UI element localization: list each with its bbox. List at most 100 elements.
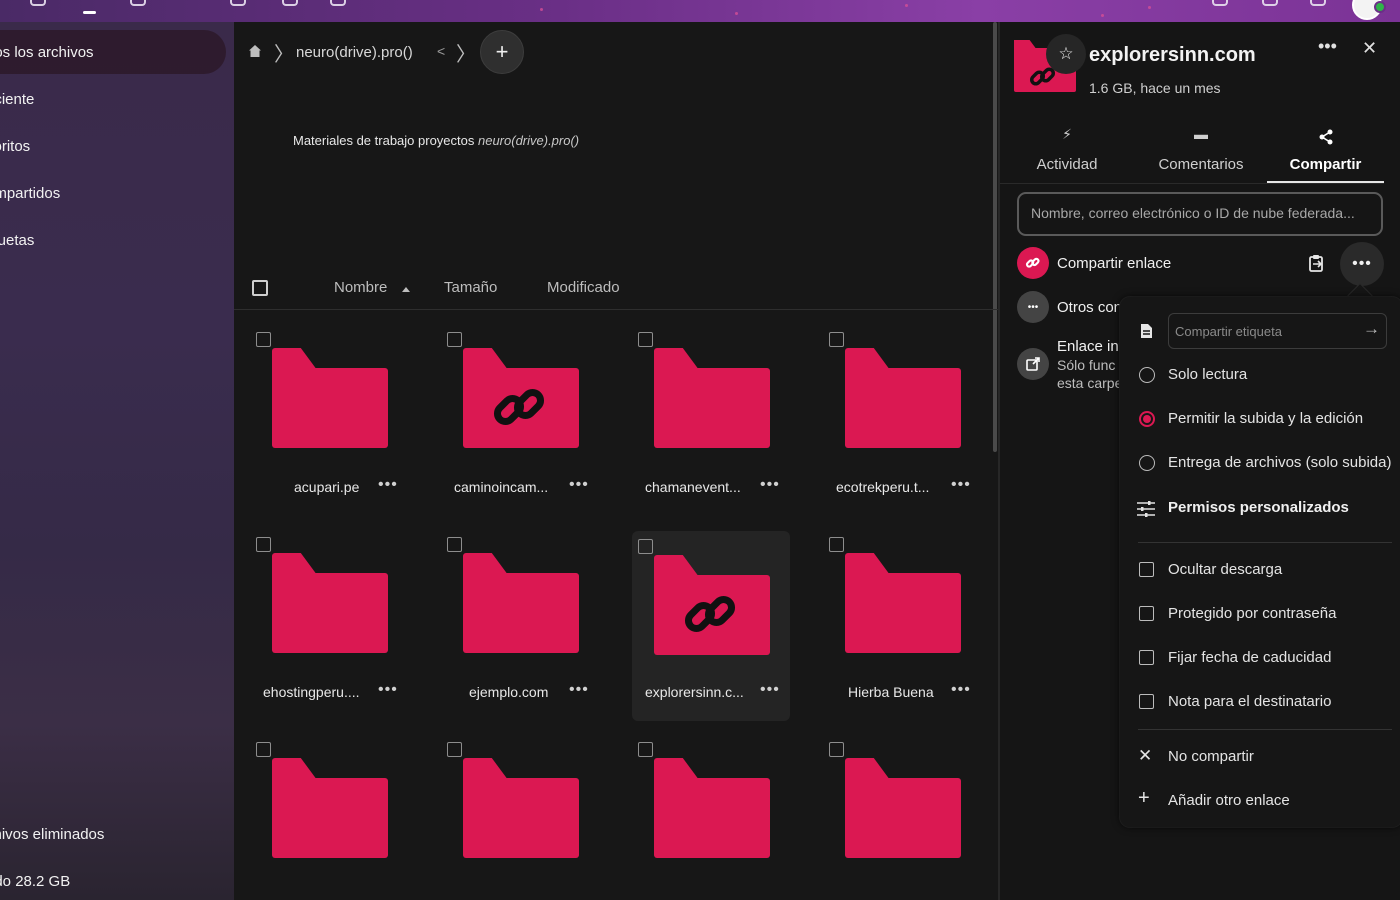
share-icon[interactable]: <	[437, 43, 445, 59]
notifications-icon[interactable]	[1262, 0, 1278, 6]
file-tile[interactable]: caminoincam... •••	[425, 324, 588, 514]
internal-link-label[interactable]: Enlace int	[1057, 338, 1123, 355]
option-file-drop[interactable]: Entrega de archivos (solo subida)	[1120, 441, 1400, 485]
file-tile[interactable]	[807, 734, 967, 900]
document-icon	[1141, 324, 1152, 338]
file-tile[interactable]	[234, 734, 394, 900]
share-icon	[1267, 126, 1384, 146]
file-name[interactable]: Hierba Buena	[848, 684, 934, 700]
nav-item-tags[interactable]: iquetas	[0, 218, 226, 262]
copy-clipboard-icon[interactable]	[1309, 254, 1325, 272]
option-label: Protegido por contraseña	[1168, 605, 1337, 622]
close-icon[interactable]: ✕	[1362, 38, 1377, 59]
link-options-button[interactable]: •••	[1340, 242, 1384, 286]
column-modified[interactable]: Modificado	[547, 279, 620, 296]
home-icon[interactable]	[248, 44, 262, 58]
files-icon[interactable]	[130, 0, 146, 6]
option-label: No compartir	[1168, 748, 1254, 765]
file-name[interactable]: caminoincam...	[454, 479, 548, 495]
file-checkbox[interactable]	[829, 742, 844, 757]
activity-icon[interactable]	[282, 0, 298, 6]
option-password[interactable]: Protegido por contraseña	[1120, 592, 1400, 636]
file-name[interactable]: ecotrekperu.t...	[836, 479, 929, 495]
dashboard-icon[interactable]	[30, 0, 46, 6]
checkbox[interactable]	[1139, 562, 1154, 577]
share-with-input[interactable]: Nombre, correo electrónico o ID de nube …	[1017, 192, 1383, 236]
file-actions-button[interactable]: •••	[760, 681, 780, 699]
file-tile[interactable]: ejemplo.com •••	[425, 529, 588, 719]
sidebar-title: explorersinn.com	[1089, 44, 1256, 66]
file-actions-button[interactable]: •••	[378, 476, 398, 494]
file-tile[interactable]	[425, 734, 585, 900]
file-name[interactable]: ejemplo.com	[469, 684, 548, 700]
file-tile[interactable]: Hierba Buena •••	[807, 529, 970, 719]
tab-sharing[interactable]: Compartir	[1267, 122, 1384, 183]
select-all-checkbox[interactable]	[252, 280, 268, 296]
checkbox[interactable]	[1139, 606, 1154, 621]
nav-label: ompartidos	[0, 184, 61, 202]
photos-icon[interactable]	[230, 0, 246, 6]
breadcrumb-folder[interactable]: neuro(drive).pro()	[296, 44, 413, 61]
file-actions-button[interactable]: •••	[569, 476, 589, 494]
nav-item-all-files[interactable]: dos los archivos	[0, 30, 226, 74]
file-checkbox[interactable]	[829, 537, 844, 552]
option-note[interactable]: Nota para el destinatario	[1120, 680, 1400, 724]
file-checkbox[interactable]	[447, 332, 462, 347]
tab-activity[interactable]: ⚡ Actividad	[1002, 122, 1132, 183]
file-actions-button[interactable]: •••	[569, 681, 589, 699]
file-tile[interactable]: ehostingperu.... •••	[234, 529, 397, 719]
option-upload-edit[interactable]: Permitir la subida y la edición	[1120, 397, 1400, 441]
favorite-star-icon[interactable]: ☆	[1046, 34, 1086, 74]
tab-comments[interactable]: ▬ Comentarios	[1136, 122, 1266, 183]
file-actions-button[interactable]: •••	[760, 476, 780, 494]
scrollbar[interactable]	[993, 22, 997, 452]
file-name[interactable]: chamanevent...	[645, 479, 741, 495]
sidebar-more-button[interactable]: •••	[1318, 36, 1337, 57]
file-tile[interactable]: ecotrekperu.t... •••	[807, 324, 970, 514]
file-tile-selected[interactable]: explorersinn.c... •••	[632, 531, 790, 721]
file-checkbox[interactable]	[638, 539, 653, 554]
checkbox[interactable]	[1139, 694, 1154, 709]
file-actions-button[interactable]: •••	[951, 476, 971, 494]
file-checkbox[interactable]	[638, 742, 653, 757]
nav-item-recent[interactable]: eciente	[0, 77, 226, 121]
radio-button-selected[interactable]	[1139, 411, 1155, 427]
file-name[interactable]: explorersinn.c...	[645, 684, 744, 700]
option-expiration[interactable]: Fijar fecha de caducidad	[1120, 636, 1400, 680]
option-read-only[interactable]: Solo lectura	[1120, 353, 1400, 397]
add-link-button[interactable]: + Añadir otro enlace	[1120, 779, 1400, 823]
file-tile[interactable]: chamanevent... •••	[616, 324, 779, 514]
new-button[interactable]: +	[480, 30, 524, 74]
file-tile[interactable]: acupari.pe •••	[234, 324, 397, 514]
column-name[interactable]: Nombre	[334, 279, 387, 296]
file-name[interactable]: ehostingperu....	[263, 684, 360, 700]
arrow-right-icon[interactable]: →	[1363, 319, 1380, 339]
radio-button[interactable]	[1139, 455, 1155, 471]
nav-item-shared[interactable]: ompartidos	[0, 171, 226, 215]
file-checkbox[interactable]	[638, 332, 653, 347]
nav-item-trash[interactable]: chivos eliminados	[0, 812, 226, 856]
contacts-icon[interactable]	[1310, 0, 1326, 6]
unshare-button[interactable]: ✕ No compartir	[1120, 735, 1400, 779]
other-shares-label[interactable]: Otros con	[1057, 299, 1122, 316]
talk-icon[interactable]	[330, 0, 346, 6]
file-checkbox[interactable]	[447, 537, 462, 552]
file-tile[interactable]	[616, 734, 776, 900]
file-checkbox[interactable]	[256, 332, 271, 347]
nav-item-favorites[interactable]: voritos	[0, 124, 226, 168]
option-hide-download[interactable]: Ocultar descarga	[1120, 548, 1400, 592]
file-checkbox[interactable]	[447, 742, 462, 757]
file-actions-button[interactable]: •••	[378, 681, 398, 699]
column-size[interactable]: Tamaño	[444, 279, 497, 296]
share-label-input[interactable]: Compartir etiqueta	[1168, 313, 1387, 349]
checkbox[interactable]	[1139, 650, 1154, 665]
radio-button[interactable]	[1139, 367, 1155, 383]
file-checkbox[interactable]	[829, 332, 844, 347]
file-actions-button[interactable]: •••	[951, 681, 971, 699]
file-checkbox[interactable]	[256, 742, 271, 757]
file-name[interactable]: acupari.pe	[294, 479, 359, 495]
list-header: Nombre Tamaño Modificado	[234, 266, 998, 310]
file-checkbox[interactable]	[256, 537, 271, 552]
option-custom-permissions[interactable]: Permisos personalizados	[1120, 486, 1400, 530]
search-icon[interactable]	[1212, 0, 1228, 6]
